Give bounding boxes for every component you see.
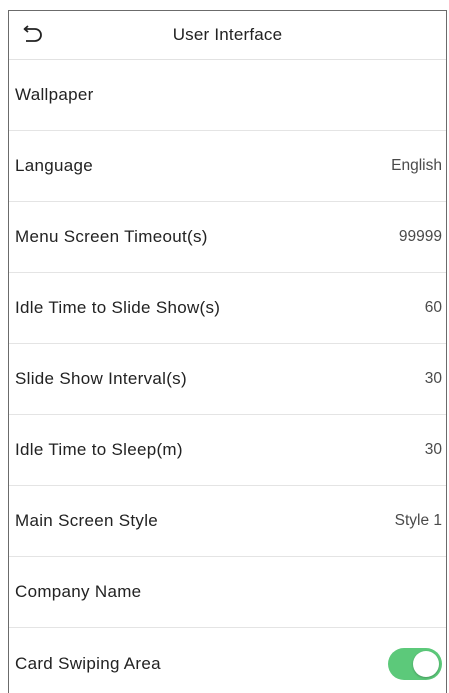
screen-frame: User Interface Wallpaper Language Englis… [8, 10, 447, 693]
setting-row-main-screen-style[interactable]: Main Screen Style Style 1 [9, 486, 446, 557]
setting-value: English [391, 157, 442, 174]
setting-value: 60 [424, 299, 442, 316]
setting-row-wallpaper[interactable]: Wallpaper [9, 60, 446, 131]
header-bar: User Interface [9, 11, 446, 60]
setting-label: Slide Show Interval(s) [15, 369, 187, 388]
setting-label: Menu Screen Timeout(s) [15, 227, 208, 246]
setting-label: Main Screen Style [15, 511, 159, 530]
setting-row-company-name[interactable]: Company Name [9, 557, 446, 628]
setting-label: Idle Time to Slide Show(s) [15, 298, 221, 317]
setting-row-language[interactable]: Language English [9, 131, 446, 202]
setting-value: 30 [424, 441, 442, 458]
setting-label: Idle Time to Sleep(m) [15, 440, 183, 459]
setting-label: Card Swiping Area [15, 653, 161, 673]
setting-row-card-swiping-area[interactable]: Card Swiping Area [9, 628, 446, 693]
back-arrow-icon [23, 25, 42, 42]
setting-row-menu-screen-timeout[interactable]: Menu Screen Timeout(s) 99999 [9, 202, 446, 273]
setting-label: Company Name [15, 582, 142, 601]
setting-label: Wallpaper [15, 85, 94, 104]
setting-value: 99999 [398, 228, 442, 245]
page-title: User Interface [172, 25, 283, 44]
toggle-knob [413, 650, 439, 677]
back-button[interactable] [15, 21, 49, 49]
setting-value: Style 1 [394, 512, 442, 529]
setting-row-slide-show-interval[interactable]: Slide Show Interval(s) 30 [9, 344, 446, 415]
setting-row-idle-time-to-sleep[interactable]: Idle Time to Sleep(m) 30 [9, 415, 446, 486]
settings-list: Wallpaper Language English Menu Screen T… [9, 60, 446, 693]
setting-row-idle-time-to-slide-show[interactable]: Idle Time to Slide Show(s) 60 [9, 273, 446, 344]
setting-label: Language [15, 156, 94, 175]
setting-value: 30 [424, 370, 442, 387]
card-swiping-area-toggle[interactable] [388, 647, 442, 680]
